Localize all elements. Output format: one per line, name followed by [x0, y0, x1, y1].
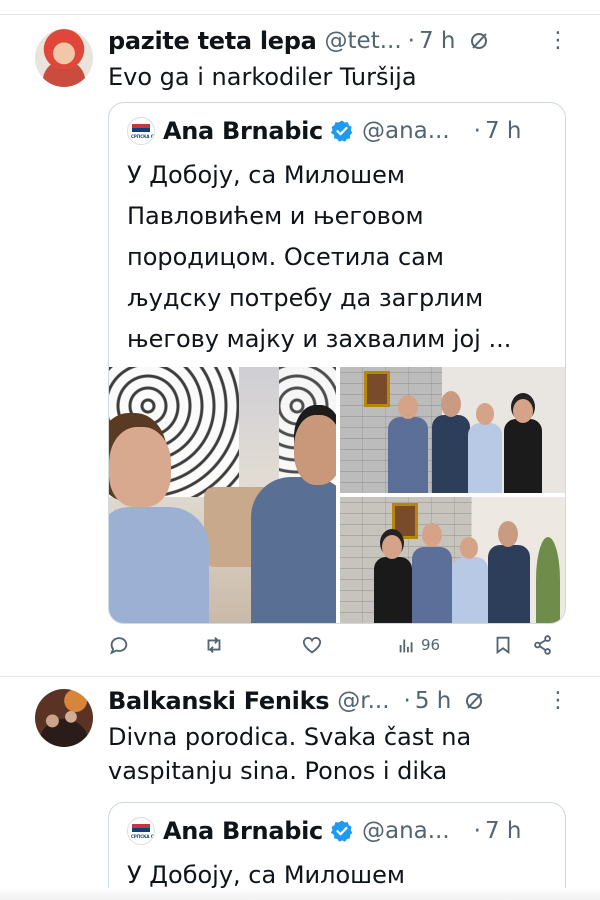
author-avatar[interactable]	[35, 689, 93, 747]
muted-icon	[463, 690, 485, 712]
photo-1[interactable]	[109, 367, 336, 623]
quote-timestamp[interactable]: 7 h	[485, 818, 522, 844]
tweet-text-line: vaspitanju sina. Ponos i dika	[108, 757, 448, 785]
quoted-tweet-card[interactable]: СРПСКА СНАГА Ana Brnabic @ana... · 7 h У…	[108, 102, 566, 624]
views-button[interactable]: 96	[396, 634, 440, 656]
heart-icon	[302, 637, 322, 654]
photo-3[interactable]	[340, 497, 565, 623]
photo-grid	[109, 367, 565, 623]
separator-dot: ·	[403, 688, 411, 714]
quote-author-handle[interactable]: @ana...	[362, 818, 450, 844]
separator-dot: ·	[473, 118, 481, 144]
quote-author-avatar[interactable]: СРПСКА СНАГА	[127, 117, 155, 145]
author-name[interactable]: Balkanski Feniks	[108, 687, 330, 715]
quote-text-line: његову мајку и захвалим јој ...	[127, 325, 512, 353]
timestamp[interactable]: 5 h	[415, 688, 452, 714]
share-icon	[534, 635, 551, 655]
tweet-text: Divna porodica. Svaka čast na vaspitanju…	[108, 720, 471, 788]
screen-edge	[0, 888, 600, 900]
quote-timestamp[interactable]: 7 h	[485, 118, 522, 144]
more-options-icon[interactable]: ⋮	[547, 688, 570, 713]
repost-icon	[207, 637, 221, 653]
separator-dot: ·	[473, 818, 481, 844]
more-options-icon[interactable]: ⋮	[547, 28, 570, 53]
tweet-divider	[0, 676, 600, 677]
quote-author-name[interactable]: Ana Brnabic	[163, 117, 323, 145]
quote-text: У Добоју, са Милошем Павловићем и његово…	[127, 155, 552, 360]
verified-badge-icon	[330, 120, 353, 142]
like-button[interactable]	[301, 634, 323, 656]
quote-author-avatar[interactable]: СРПСКА СНАГА	[127, 817, 155, 845]
photo-2[interactable]	[340, 367, 565, 493]
quote-header: СРПСКА СНАГА Ana Brnabic @ana... · 7 h	[127, 817, 522, 845]
quote-author-name[interactable]: Ana Brnabic	[163, 817, 323, 845]
analytics-icon	[399, 639, 413, 653]
author-handle[interactable]: @tet...	[325, 28, 402, 54]
separator-dot: ·	[407, 28, 415, 54]
reply-button[interactable]	[108, 634, 130, 656]
quote-text-line: породицом. Осетила сам	[127, 243, 444, 271]
reply-icon	[109, 637, 128, 655]
top-divider	[0, 14, 600, 15]
tweet-actions: 96	[108, 634, 566, 664]
quote-text-line: људску потребу да загрлим	[127, 284, 484, 312]
quote-text-line: Павловићем и његовом	[127, 202, 424, 230]
author-handle[interactable]: @r...	[337, 688, 389, 714]
bookmark-icon	[496, 636, 510, 655]
tweet-header: Balkanski Feniks @r... · 5 h	[108, 684, 485, 718]
quoted-tweet-card[interactable]: СРПСКА СНАГА Ana Brnabic @ana... · 7 h У…	[108, 802, 566, 900]
verified-badge-icon	[330, 820, 353, 842]
quote-header: СРПСКА СНАГА Ana Brnabic @ana... · 7 h	[127, 117, 522, 145]
views-count: 96	[421, 636, 441, 654]
tweet-text: Evo ga i narkodiler Turšija	[108, 63, 417, 91]
tweet-header: pazite teta lepa @tet... · 7 h	[108, 24, 490, 58]
quote-author-handle[interactable]: @ana...	[362, 118, 450, 144]
author-avatar[interactable]	[35, 29, 93, 87]
tweet-text-line: Divna porodica. Svaka čast na	[108, 723, 472, 751]
repost-button[interactable]	[203, 634, 225, 656]
quote-text-line: У Добоју, са Милошем	[127, 161, 405, 189]
muted-icon	[468, 30, 490, 52]
share-button[interactable]	[532, 634, 554, 656]
bookmark-button[interactable]	[492, 634, 514, 656]
timestamp[interactable]: 7 h	[419, 28, 456, 54]
author-name[interactable]: pazite teta lepa	[108, 27, 317, 55]
